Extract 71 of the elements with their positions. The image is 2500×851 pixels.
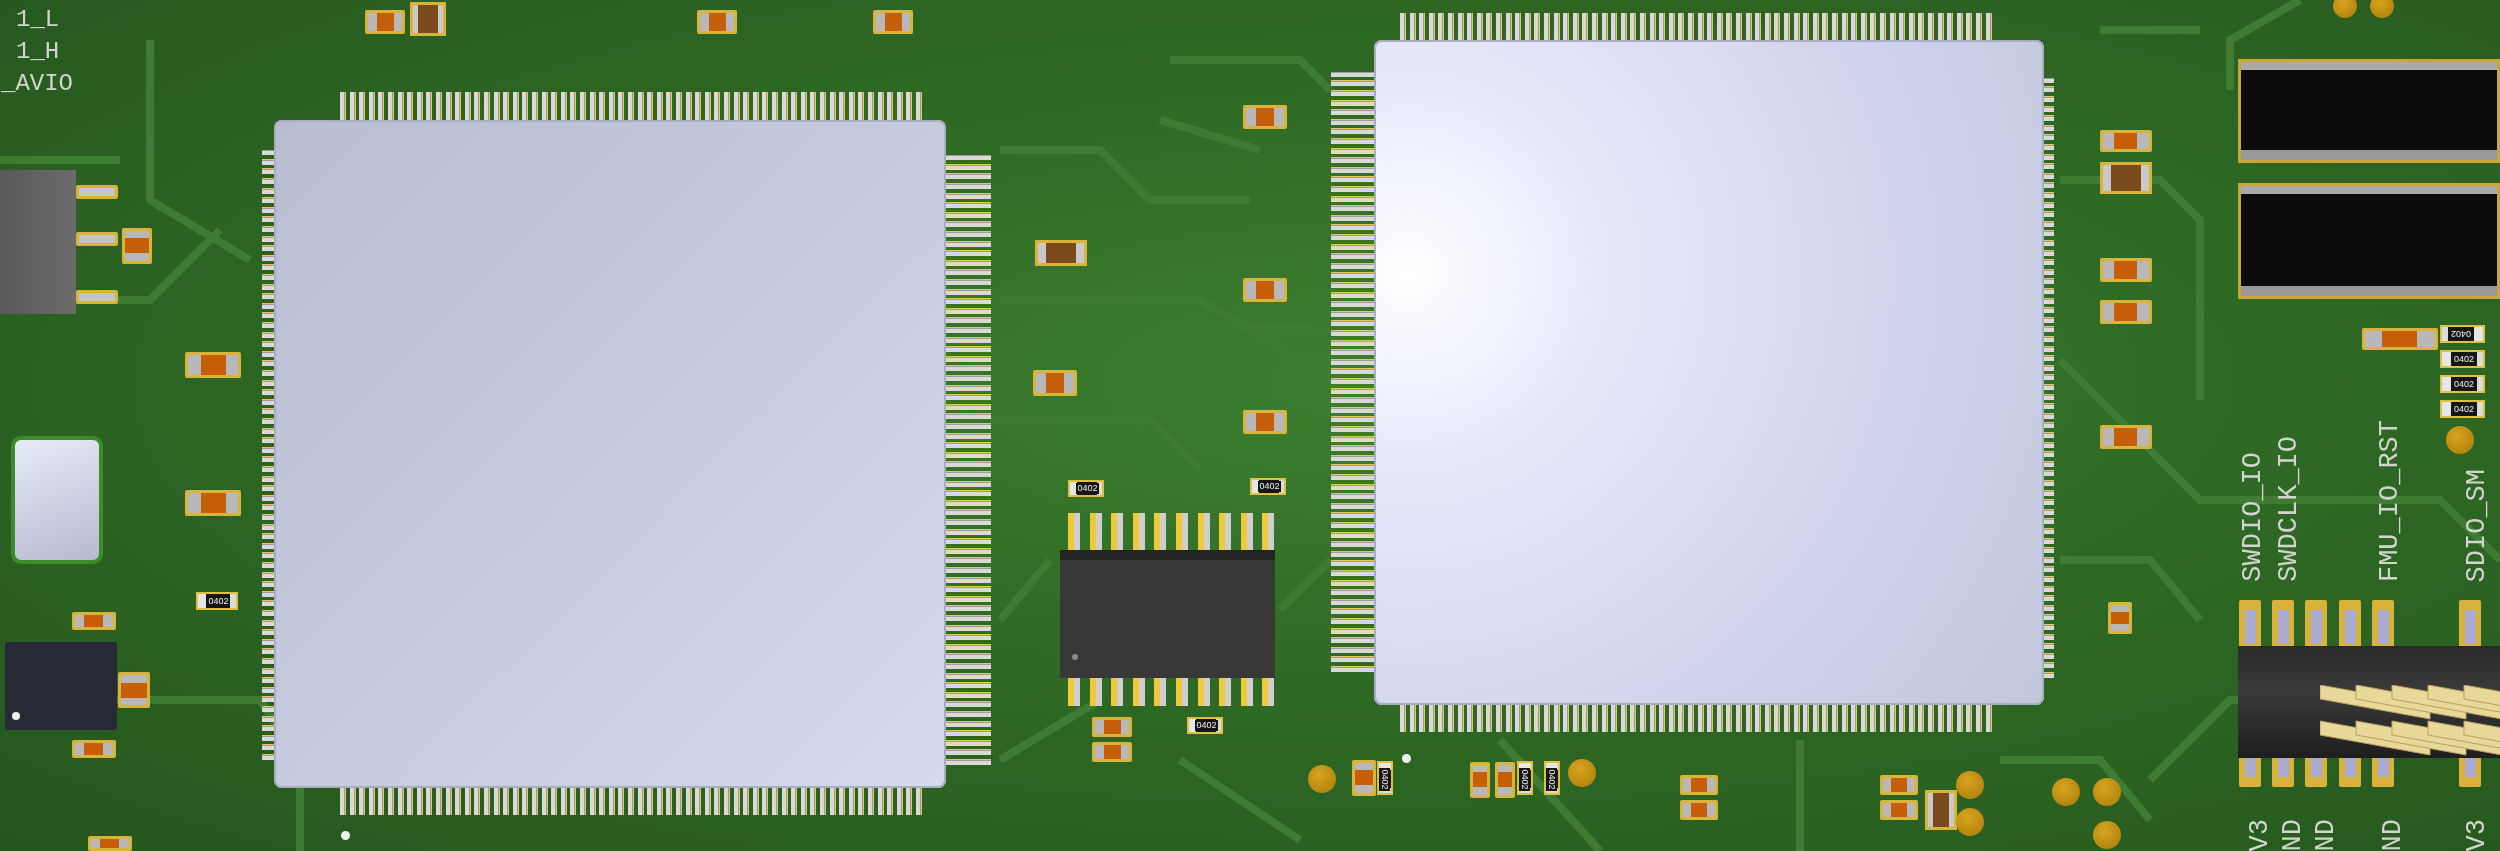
capacitor	[410, 2, 446, 36]
part-marking: 0402	[1546, 768, 1558, 791]
capacitor	[1925, 790, 1957, 830]
silkscreen-label: V3	[2247, 818, 2274, 851]
capacitor	[1470, 762, 1490, 798]
silkscreen-label: FMU_IO_RST	[2377, 419, 2404, 582]
capacitor	[1243, 278, 1287, 302]
capacitor	[2108, 602, 2132, 634]
capacitor	[2100, 425, 2152, 449]
silkscreen-label: 1_H	[16, 40, 60, 64]
capacitor	[1680, 775, 1718, 795]
capacitor	[1033, 370, 1077, 396]
silkscreen-label: SWDIO_IO	[2240, 452, 2267, 582]
capacitor	[2100, 162, 2152, 194]
fiducial-dot	[341, 831, 350, 840]
capacitor	[1243, 410, 1287, 434]
pin-one-dot	[1072, 654, 1078, 660]
capacitor	[697, 10, 737, 34]
part-marking: 0402	[1258, 481, 1281, 492]
silkscreen-label: V3	[2464, 818, 2491, 851]
regulator-pin	[76, 290, 118, 304]
silkscreen-label: ND	[2380, 818, 2407, 851]
capacitor	[1680, 800, 1718, 820]
capacitor	[1880, 775, 1918, 795]
capacitor	[185, 352, 241, 378]
silkscreen-label: SDIO_SM	[2464, 468, 2491, 582]
capacitor	[1035, 240, 1087, 266]
silkscreen-label: ND	[2280, 818, 2307, 851]
via-pad	[2370, 0, 2394, 18]
capacitor	[118, 672, 150, 708]
via-pad	[1308, 765, 1336, 793]
capacitor	[122, 228, 152, 264]
via-pad	[2093, 778, 2121, 806]
part-marking: 0402	[1076, 483, 1099, 494]
capacitor	[2100, 300, 2152, 324]
capacitor	[365, 10, 405, 34]
via-pad	[2333, 0, 2357, 18]
silkscreen-label: _AVIO	[1, 72, 73, 96]
silkscreen-label: SWDCLK_IO	[2276, 436, 2303, 582]
part-marking: 0402	[2453, 353, 2475, 365]
capacitor	[72, 740, 116, 758]
pin-one-dot	[12, 712, 20, 720]
via-pad	[1956, 771, 1984, 799]
capacitor	[1092, 717, 1132, 737]
via-pad	[2446, 426, 2474, 454]
capacitor	[2100, 258, 2152, 282]
part-marking: 0402	[1379, 768, 1391, 791]
fiducial-dot	[1402, 754, 1411, 763]
part-marking: 0402	[1195, 720, 1218, 731]
capacitor	[1092, 742, 1132, 762]
part-marking: 0402	[2453, 403, 2475, 415]
part-marking: 0402	[1519, 768, 1531, 791]
capacitor	[88, 836, 132, 851]
capacitor	[1880, 800, 1918, 820]
via-pad	[1568, 759, 1596, 787]
silkscreen-label: ND	[2313, 818, 2340, 851]
via-pad	[2093, 821, 2121, 849]
regulator-pin	[76, 232, 118, 246]
regulator-pin	[76, 185, 118, 199]
part-marking: 0402	[2453, 378, 2475, 390]
part-marking: 0402	[2450, 328, 2472, 340]
capacitor	[873, 10, 913, 34]
capacitor	[185, 490, 241, 516]
capacitor	[72, 612, 116, 630]
capacitor	[2100, 130, 2152, 152]
capacitor	[1243, 105, 1287, 129]
part-marking: 0402	[207, 595, 230, 607]
via-pad	[1956, 808, 1984, 836]
capacitor	[1495, 762, 1515, 798]
via-pad	[2052, 778, 2080, 806]
silkscreen-label: 1_L	[16, 8, 60, 32]
